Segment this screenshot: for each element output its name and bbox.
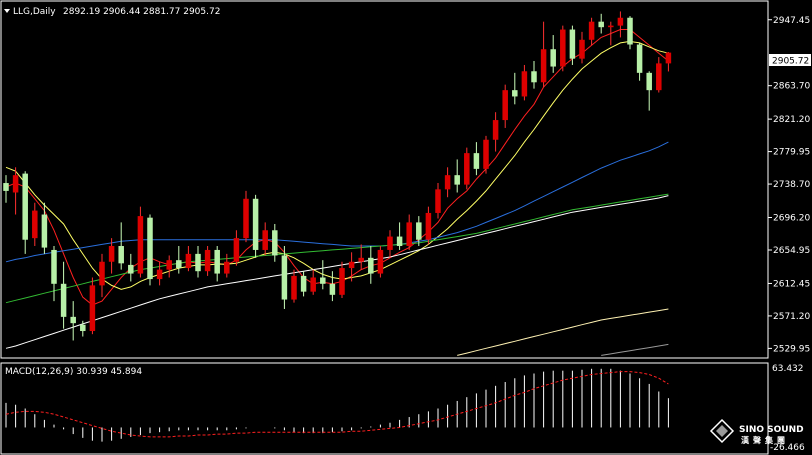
candle-body: [569, 29, 576, 59]
y-tick-label: 2696.20: [773, 214, 810, 224]
candle-body: [396, 236, 403, 247]
candle-body: [329, 283, 336, 295]
candle-body: [320, 277, 326, 284]
y-tick-label: 2863.70: [773, 82, 810, 92]
candle-body: [627, 17, 633, 45]
candle-body: [80, 324, 86, 332]
candle-body: [70, 316, 76, 324]
candle[interactable]: [89, 277, 96, 335]
candle-body: [416, 222, 422, 240]
candle-body: [540, 49, 547, 83]
candle-body: [60, 283, 67, 317]
price-chart-canvas[interactable]: 2947.45 2863.70 2821.20 2779.95 2738.70 2696.…: [0, 0, 812, 455]
candle-body: [348, 261, 355, 269]
candle-body: [521, 71, 528, 97]
candle-body: [588, 21, 595, 40]
candle[interactable]: [281, 246, 288, 309]
candle-body: [156, 269, 163, 280]
candle[interactable]: [464, 147, 470, 190]
macd-indicator-label: MACD(12,26,9) 30.939 45.894: [5, 367, 142, 377]
candle-body: [128, 264, 134, 274]
candle-body: [243, 198, 249, 239]
symbol-label: LLG,Daily: [13, 7, 56, 17]
logo-subtitle-text: 漢聲集團: [741, 435, 789, 445]
candle-body: [252, 198, 259, 250]
candle-body: [512, 90, 518, 97]
y-tick-label: 2529.95: [773, 344, 810, 354]
candle-body: [377, 249, 384, 274]
candle[interactable]: [483, 135, 489, 174]
candle-body: [406, 222, 412, 247]
candle-body: [89, 285, 96, 332]
y-tick-label: 2738.70: [773, 180, 810, 190]
candle-body: [483, 139, 489, 169]
candle-body: [147, 217, 153, 280]
candle-body: [339, 268, 345, 295]
macd-axis-top-label: 63.432: [772, 364, 804, 374]
candle-body: [118, 246, 124, 264]
y-tick-label: 2654.95: [773, 246, 810, 256]
y-tick-label: 2821.20: [773, 115, 810, 125]
candle-body: [617, 17, 624, 26]
candle[interactable]: [627, 16, 633, 50]
candle-body: [387, 236, 393, 250]
candle-body: [598, 21, 604, 28]
candle-body: [272, 230, 278, 256]
candle-body: [281, 255, 288, 300]
candle-body: [579, 39, 585, 59]
candle-body: [435, 189, 441, 213]
candle-body: [454, 175, 460, 185]
candle-body: [99, 261, 105, 286]
candle-body: [204, 249, 211, 272]
chart-background: [0, 0, 812, 455]
candle-body: [531, 71, 537, 83]
candle-body: [51, 249, 57, 284]
candle[interactable]: [377, 246, 384, 278]
candle-body: [502, 90, 508, 121]
candle-body: [214, 249, 220, 274]
candle-body: [166, 260, 172, 270]
last-price-label: 2905.72: [772, 57, 809, 67]
candle[interactable]: [147, 214, 153, 286]
candle-body: [224, 261, 230, 274]
candle-body: [262, 230, 268, 250]
candle-body: [550, 49, 556, 67]
y-tick-label: 2612.45: [773, 279, 810, 289]
candle-body: [108, 246, 115, 262]
candle-body: [3, 183, 9, 191]
candle-body: [300, 275, 307, 292]
candle-body: [195, 253, 201, 272]
y-tick-label: 2779.95: [773, 148, 810, 158]
candle[interactable]: [252, 194, 259, 258]
candle[interactable]: [560, 25, 566, 72]
ohlc-readout: 2892.19 2906.44 2881.77 2905.72: [63, 7, 220, 17]
candle-body: [425, 212, 432, 240]
candle-body: [32, 210, 38, 239]
candle-body: [358, 257, 364, 262]
candle-body: [12, 175, 19, 193]
logo-brand-text: SINO SOUND: [739, 425, 804, 435]
candle[interactable]: [137, 206, 144, 278]
candle-body: [464, 153, 470, 185]
candle-body: [368, 257, 374, 274]
candle-body: [176, 260, 182, 269]
candle-body: [22, 173, 28, 240]
candle-body: [444, 175, 451, 190]
candle-body: [473, 153, 480, 169]
candle-body: [665, 52, 672, 64]
y-tick-label: 2571.20: [773, 312, 810, 322]
candle-body: [636, 44, 643, 73]
candle-body: [41, 214, 48, 248]
candle-body: [560, 29, 566, 67]
candle-body: [185, 253, 192, 269]
candle-body: [608, 25, 614, 28]
candle-body: [656, 63, 662, 91]
candle-body: [492, 120, 499, 140]
candle-body: [646, 72, 652, 91]
candle-body: [310, 277, 316, 292]
candle-body: [291, 275, 297, 300]
candle-body: [233, 238, 240, 262]
y-tick-label: 2947.45: [773, 16, 810, 26]
candle-body: [137, 216, 144, 274]
